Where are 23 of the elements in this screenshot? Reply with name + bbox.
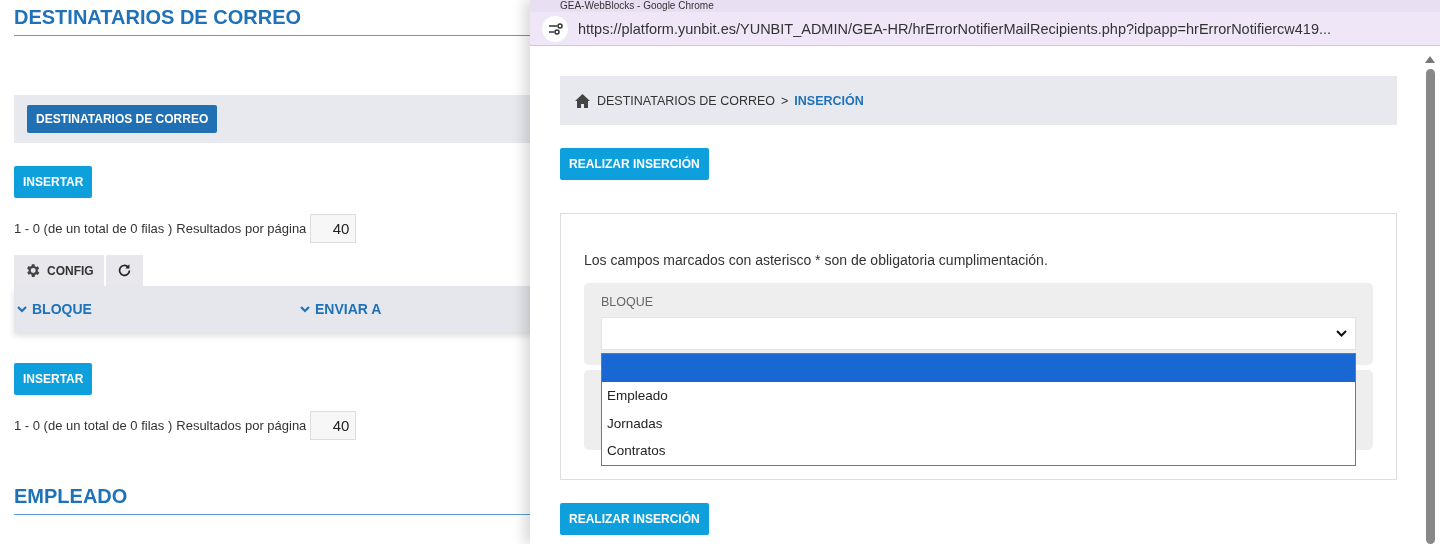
- breadcrumb-item: INSERCIÓN: [794, 93, 864, 108]
- config-button[interactable]: CONFIG: [14, 255, 104, 286]
- column-header[interactable]: ENVIAR A: [315, 301, 382, 317]
- settings-icon: [24, 262, 41, 279]
- chevron-down-icon: [17, 305, 27, 313]
- column-header[interactable]: BLOQUE: [32, 301, 92, 317]
- per-page-field[interactable]: 40: [310, 214, 357, 243]
- breadcrumb-separator: >: [781, 93, 789, 108]
- home-icon[interactable]: [574, 92, 591, 109]
- chevron-down-icon: [300, 305, 310, 313]
- field-label: BLOQUE: [601, 295, 655, 309]
- refresh-button[interactable]: [105, 255, 143, 286]
- per-page-field[interactable]: 40: [310, 411, 357, 440]
- pager-summary: 1 - 0 (de un total de 0 filas ): [14, 221, 173, 236]
- section-tab[interactable]: DESTINATARIOS DE CORREO: [27, 105, 218, 133]
- scroll-up-icon[interactable]: [1425, 56, 1435, 63]
- chevron-down-icon: [1336, 330, 1347, 337]
- breadcrumb-item[interactable]: DESTINATARIOS DE CORREO: [597, 93, 776, 108]
- per-page-label: Resultados por página: [176, 418, 307, 433]
- site-settings-icon[interactable]: [542, 15, 568, 42]
- per-page-label: Resultados por página: [176, 221, 307, 236]
- pager-summary: 1 - 0 (de un total de 0 filas ): [14, 418, 173, 433]
- required-fields-note: Los campos marcados con asterisco * son de obligatoria cumplimentación.: [584, 252, 1049, 268]
